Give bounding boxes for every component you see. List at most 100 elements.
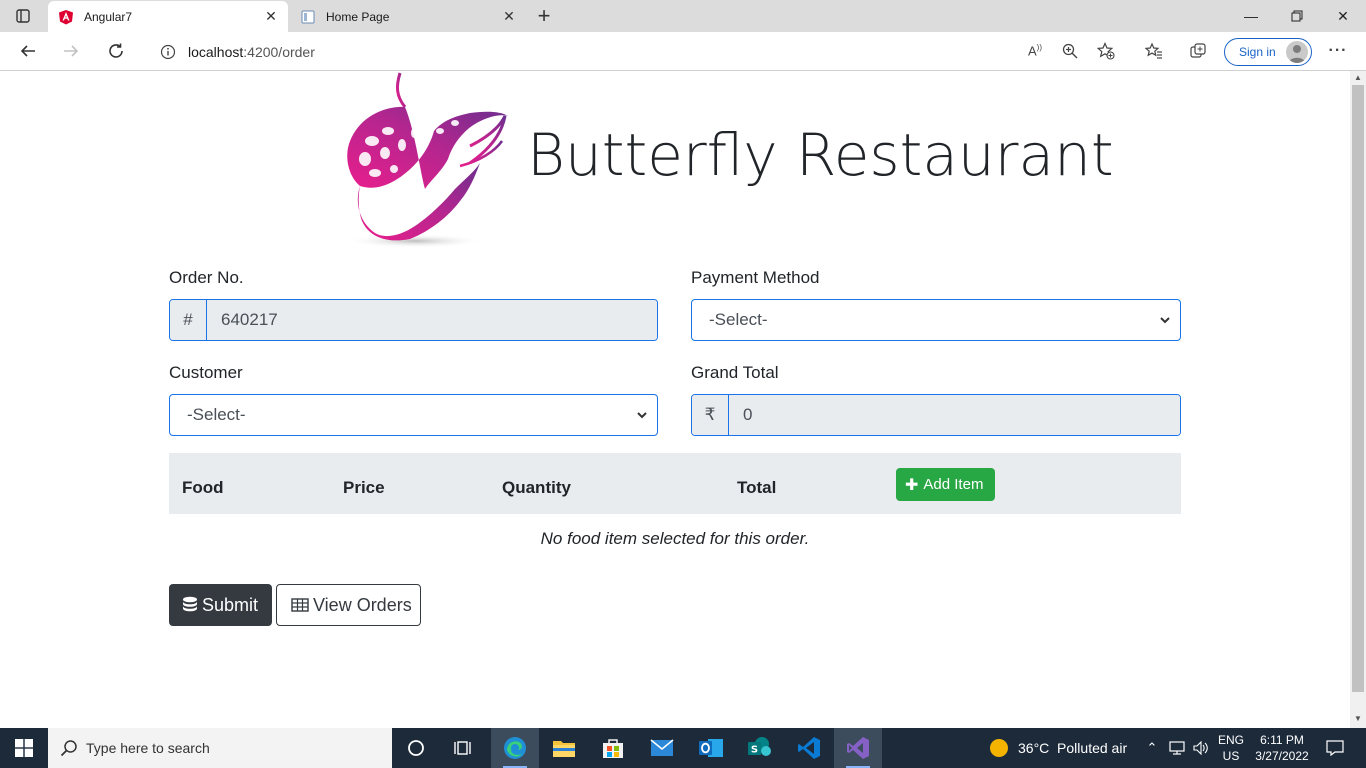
windows-taskbar: Type here to search S 36°C Polluted air … [0, 728, 1366, 768]
cortana-button[interactable] [392, 728, 440, 768]
new-tab-button[interactable]: + [532, 4, 556, 28]
system-clock[interactable]: 6:11 PM 3/27/2022 [1250, 732, 1314, 764]
scrollbar-thumb[interactable] [1352, 85, 1364, 692]
forward-arrow-icon [64, 45, 79, 57]
tab-title: Home Page [326, 9, 390, 24]
page-content: Butterfly Restaurant Order No. # 640217 … [0, 71, 1350, 728]
chevron-down-icon [637, 412, 647, 419]
store-button[interactable] [589, 728, 637, 768]
clock-date: 3/27/2022 [1255, 749, 1309, 763]
network-icon [1169, 741, 1185, 755]
collections-button[interactable] [1183, 36, 1213, 66]
mail-button[interactable] [638, 728, 686, 768]
tab-actions-button[interactable] [6, 4, 40, 28]
order-no-field[interactable]: # 640217 [169, 299, 658, 341]
chevron-down-icon [1160, 317, 1170, 324]
tab-home-page[interactable]: Home Page ✕ [290, 1, 526, 32]
payment-method-select[interactable]: -Select- [691, 299, 1181, 341]
angular-icon [58, 9, 74, 25]
volume-icon [1193, 741, 1208, 755]
order-items-table-header: Food Price Quantity Total ✚ Add Item [169, 453, 1181, 514]
close-window-button[interactable]: ✕ [1320, 0, 1366, 32]
database-icon [182, 596, 198, 614]
show-hidden-icons-button[interactable]: ⌃ [1142, 728, 1162, 768]
address-bar[interactable]: localhost:4200/order [144, 36, 1126, 67]
task-view-button[interactable] [440, 728, 488, 768]
sharepoint-button[interactable]: S [736, 728, 784, 768]
taskbar-search-box[interactable]: Type here to search [48, 728, 392, 768]
browser-nav-bar: localhost:4200/order A)) Sign in ··· [0, 32, 1366, 71]
outlook-button[interactable] [687, 728, 735, 768]
start-button[interactable] [0, 728, 48, 768]
column-header-price: Price [343, 478, 385, 497]
tab-title: Angular7 [84, 9, 133, 24]
sun-icon [990, 739, 1008, 757]
vscode-button[interactable] [785, 728, 833, 768]
folder-icon [553, 741, 575, 757]
back-arrow-icon [20, 45, 35, 57]
language-code: ENG [1217, 733, 1244, 747]
scroll-up-icon[interactable]: ▲ [1354, 74, 1362, 82]
grand-total-label: Grand Total [691, 363, 779, 382]
customer-select[interactable]: -Select- [169, 394, 658, 436]
browser-tab-bar: Angular7 ✕ Home Page ✕ + — ✕ [0, 0, 1366, 32]
column-header-quantity: Quantity [502, 478, 571, 497]
info-icon[interactable] [158, 42, 178, 62]
zoom-button[interactable] [1055, 36, 1085, 66]
minimize-icon: — [1244, 8, 1258, 24]
edge-taskbar-button[interactable] [491, 728, 539, 768]
tab-angular7[interactable]: Angular7 ✕ [48, 1, 288, 32]
favorites-button[interactable] [1139, 36, 1169, 66]
store-icon [603, 739, 623, 758]
butterfly-logo [330, 71, 515, 249]
search-placeholder: Type here to search [86, 740, 210, 756]
view-orders-button[interactable]: View Orders [276, 584, 421, 626]
favorites-icon [1145, 42, 1162, 59]
payment-method-value: -Select- [709, 310, 768, 329]
empty-items-message: No food item selected for this order. [540, 529, 810, 548]
sign-in-label: Sign in [1239, 45, 1276, 59]
weather-widget[interactable]: 36°C Polluted air [990, 728, 1127, 768]
outlook-icon [699, 739, 723, 757]
minimize-button[interactable]: — [1228, 0, 1274, 32]
sign-in-button[interactable]: Sign in [1224, 38, 1312, 66]
payment-method-label: Payment Method [691, 268, 820, 287]
clock-time: 6:11 PM [1260, 733, 1304, 747]
collections-icon [1190, 43, 1206, 58]
svg-text:S: S [751, 745, 758, 756]
notification-icon [1326, 740, 1344, 756]
visual-studio-icon [847, 737, 869, 759]
tab-actions-icon [16, 9, 30, 23]
scroll-down-icon[interactable]: ▼ [1354, 715, 1362, 723]
back-button[interactable] [13, 36, 43, 66]
add-item-button[interactable]: ✚ Add Item [896, 468, 995, 501]
add-item-label: Add Item [923, 476, 984, 493]
chevron-up-icon: ⌃ [1146, 740, 1158, 755]
restore-button[interactable] [1274, 0, 1320, 32]
grand-total-input[interactable]: 0 [729, 395, 1180, 435]
add-favorite-button[interactable] [1091, 36, 1121, 66]
page-icon [300, 9, 316, 25]
more-menu-button[interactable]: ··· [1323, 36, 1353, 66]
mail-icon [650, 739, 674, 756]
order-no-input[interactable]: 640217 [207, 300, 657, 340]
search-icon [60, 739, 78, 757]
network-button[interactable] [1166, 728, 1188, 768]
column-header-food: Food [182, 478, 224, 497]
submit-button[interactable]: Submit [169, 584, 272, 626]
page-scrollbar[interactable]: ▲ ▼ [1350, 71, 1366, 728]
notifications-button[interactable] [1320, 728, 1350, 768]
visual-studio-button[interactable] [834, 728, 882, 768]
forward-button[interactable] [56, 36, 86, 66]
file-explorer-button[interactable] [540, 728, 588, 768]
grand-total-field[interactable]: ₹ 0 [691, 394, 1181, 436]
plus-icon: + [537, 3, 551, 28]
input-language-indicator[interactable]: ENG US [1216, 732, 1246, 764]
close-icon: ✕ [1337, 7, 1349, 24]
tab-close-icon[interactable]: ✕ [498, 6, 520, 28]
read-aloud-button[interactable]: A)) [1020, 36, 1050, 66]
refresh-button[interactable] [101, 36, 131, 66]
customer-value: -Select- [187, 405, 246, 424]
tab-close-icon[interactable]: ✕ [260, 6, 282, 28]
volume-button[interactable] [1190, 728, 1212, 768]
